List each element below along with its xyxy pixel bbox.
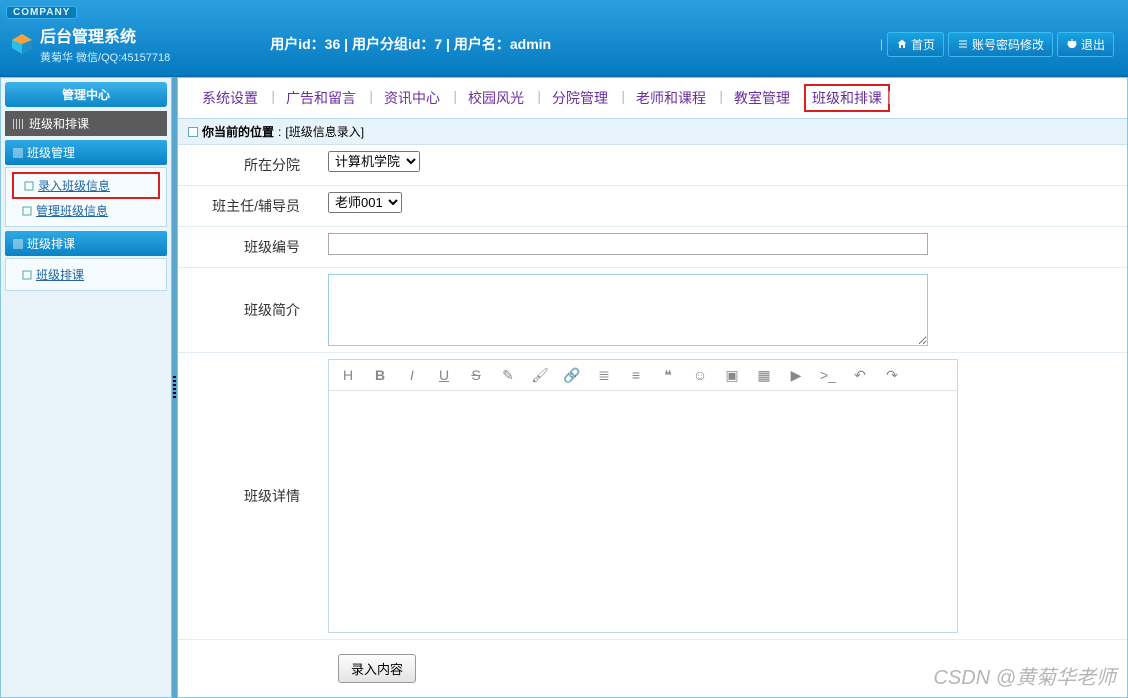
company-badge: COMPANY xyxy=(6,6,77,19)
grid-icon[interactable]: ▦ xyxy=(755,366,773,384)
title-block: 后台管理系统 黄菊华 微信/QQ:45157718 xyxy=(40,23,170,65)
image-icon[interactable]: ▣ xyxy=(723,366,741,384)
heading-icon[interactable]: H xyxy=(339,366,357,384)
doc-icon xyxy=(22,270,32,280)
head-label: 班主任/辅导员 xyxy=(178,186,318,226)
classno-input[interactable] xyxy=(328,233,928,255)
link-icon[interactable]: 🔗 xyxy=(563,366,581,384)
sub-title: 黄菊华 微信/QQ:45157718 xyxy=(40,49,170,65)
divider-text: | xyxy=(880,37,883,51)
sidebar-crumb-label: 班级和排课 xyxy=(29,115,89,132)
home-button[interactable]: 首页 xyxy=(887,32,944,57)
video-icon[interactable]: ▶ xyxy=(787,366,805,384)
group-head-class-mgmt[interactable]: 班级管理 xyxy=(5,140,167,165)
list-ol-icon[interactable]: ≣ xyxy=(595,366,613,384)
align-icon[interactable]: ≡ xyxy=(627,366,645,384)
column-divider[interactable] xyxy=(172,77,177,698)
editor-toolbar: HBIUS ✎ 🖌 🔗 ≣ ≡ ❝ ☺ ▣ ▦ ▶ >_ ↶ ↷ xyxy=(329,360,957,391)
page-icon xyxy=(188,127,198,137)
eraser-icon[interactable]: ✎ xyxy=(499,366,517,384)
list-icon xyxy=(957,38,969,50)
tab-teacher-course[interactable]: 老师和课程 xyxy=(622,88,720,108)
tab-bar: 系统设置广告和留言资讯中心校园风光分院管理老师和课程教室管理班级和排课 xyxy=(178,78,1127,119)
underline-icon[interactable]: U xyxy=(435,366,453,384)
sidebar-item-class-schedule[interactable]: 班级排课 xyxy=(12,263,160,286)
sidebar-item-manage-class-info[interactable]: 管理班级信息 xyxy=(12,199,160,222)
classno-label: 班级编号 xyxy=(178,227,318,267)
header: COMPANY 后台管理系统 黄菊华 微信/QQ:45157718 用户id：3… xyxy=(0,0,1128,77)
italic-icon[interactable]: I xyxy=(403,366,421,384)
app-title: 后台管理系统 xyxy=(40,23,170,47)
home-icon xyxy=(896,38,908,50)
tab-sys-settings[interactable]: 系统设置 xyxy=(188,88,272,108)
sidebar-crumb: 班级和排课 xyxy=(5,111,167,136)
smile-icon[interactable]: ☺ xyxy=(691,366,709,384)
doc-icon xyxy=(22,206,32,216)
main-content: 系统设置广告和留言资讯中心校园风光分院管理老师和课程教室管理班级和排课 你当前的… xyxy=(177,77,1128,698)
sidebar-item-enter-class-info[interactable]: 录入班级信息 xyxy=(12,172,160,199)
home-button-label: 首页 xyxy=(911,36,935,53)
group-icon xyxy=(13,148,23,158)
intro-label: 班级简介 xyxy=(178,268,318,352)
management-center-header: 管理中心 xyxy=(5,82,167,107)
rich-editor: HBIUS ✎ 🖌 🔗 ≣ ≡ ❝ ☺ ▣ ▦ ▶ >_ ↶ ↷ xyxy=(328,359,958,633)
breadcrumb-prefix: 你当前的位置 xyxy=(202,123,274,140)
breadcrumb-location: [班级信息录入] xyxy=(285,123,364,140)
tab-ads-msg[interactable]: 广告和留言 xyxy=(272,88,370,108)
tab-info-center[interactable]: 资讯中心 xyxy=(370,88,454,108)
head-select[interactable]: 老师001 xyxy=(328,192,402,213)
brush-icon[interactable]: 🖌 xyxy=(531,366,549,384)
branch-select[interactable]: 计算机学院 xyxy=(328,151,420,172)
branch-label: 所在分院 xyxy=(178,145,318,185)
tab-branch-mgmt[interactable]: 分院管理 xyxy=(538,88,622,108)
class-form: 所在分院 计算机学院 班主任/辅导员 老师001 班级编号 班级简介 xyxy=(178,145,1127,697)
code-icon[interactable]: >_ xyxy=(819,366,837,384)
redo-icon[interactable]: ↷ xyxy=(883,366,901,384)
editor-textarea[interactable] xyxy=(329,391,957,629)
group-icon xyxy=(13,239,23,249)
bold-icon[interactable]: B xyxy=(371,366,389,384)
strike-icon[interactable]: S xyxy=(467,366,485,384)
intro-textarea[interactable] xyxy=(328,274,928,346)
doc-icon xyxy=(24,181,34,191)
detail-label: 班级详情 xyxy=(178,353,318,639)
account-button[interactable]: 账号密码修改 xyxy=(948,32,1053,57)
quote-icon[interactable]: ❝ xyxy=(659,366,677,384)
grip-icon xyxy=(13,119,23,129)
logout-button[interactable]: 退出 xyxy=(1057,32,1114,57)
sidebar: 管理中心 班级和排课 班级管理录入班级信息管理班级信息班级排课班级排课 xyxy=(0,77,172,698)
tab-room-mgmt[interactable]: 教室管理 xyxy=(720,88,804,108)
tab-class-schedule-tab[interactable]: 班级和排课 xyxy=(804,84,890,112)
app-logo-icon xyxy=(10,32,34,56)
undo-icon[interactable]: ↶ xyxy=(851,366,869,384)
user-info: 用户id：36 | 用户分组id：7 | 用户名：admin xyxy=(270,34,551,54)
power-icon xyxy=(1066,38,1078,50)
account-button-label: 账号密码修改 xyxy=(972,36,1044,53)
breadcrumb: 你当前的位置 : [班级信息录入] xyxy=(178,119,1127,145)
logout-button-label: 退出 xyxy=(1081,36,1105,53)
tab-campus-scenery[interactable]: 校园风光 xyxy=(454,88,538,108)
submit-button[interactable]: 录入内容 xyxy=(338,654,416,683)
group-head-schedule[interactable]: 班级排课 xyxy=(5,231,167,256)
